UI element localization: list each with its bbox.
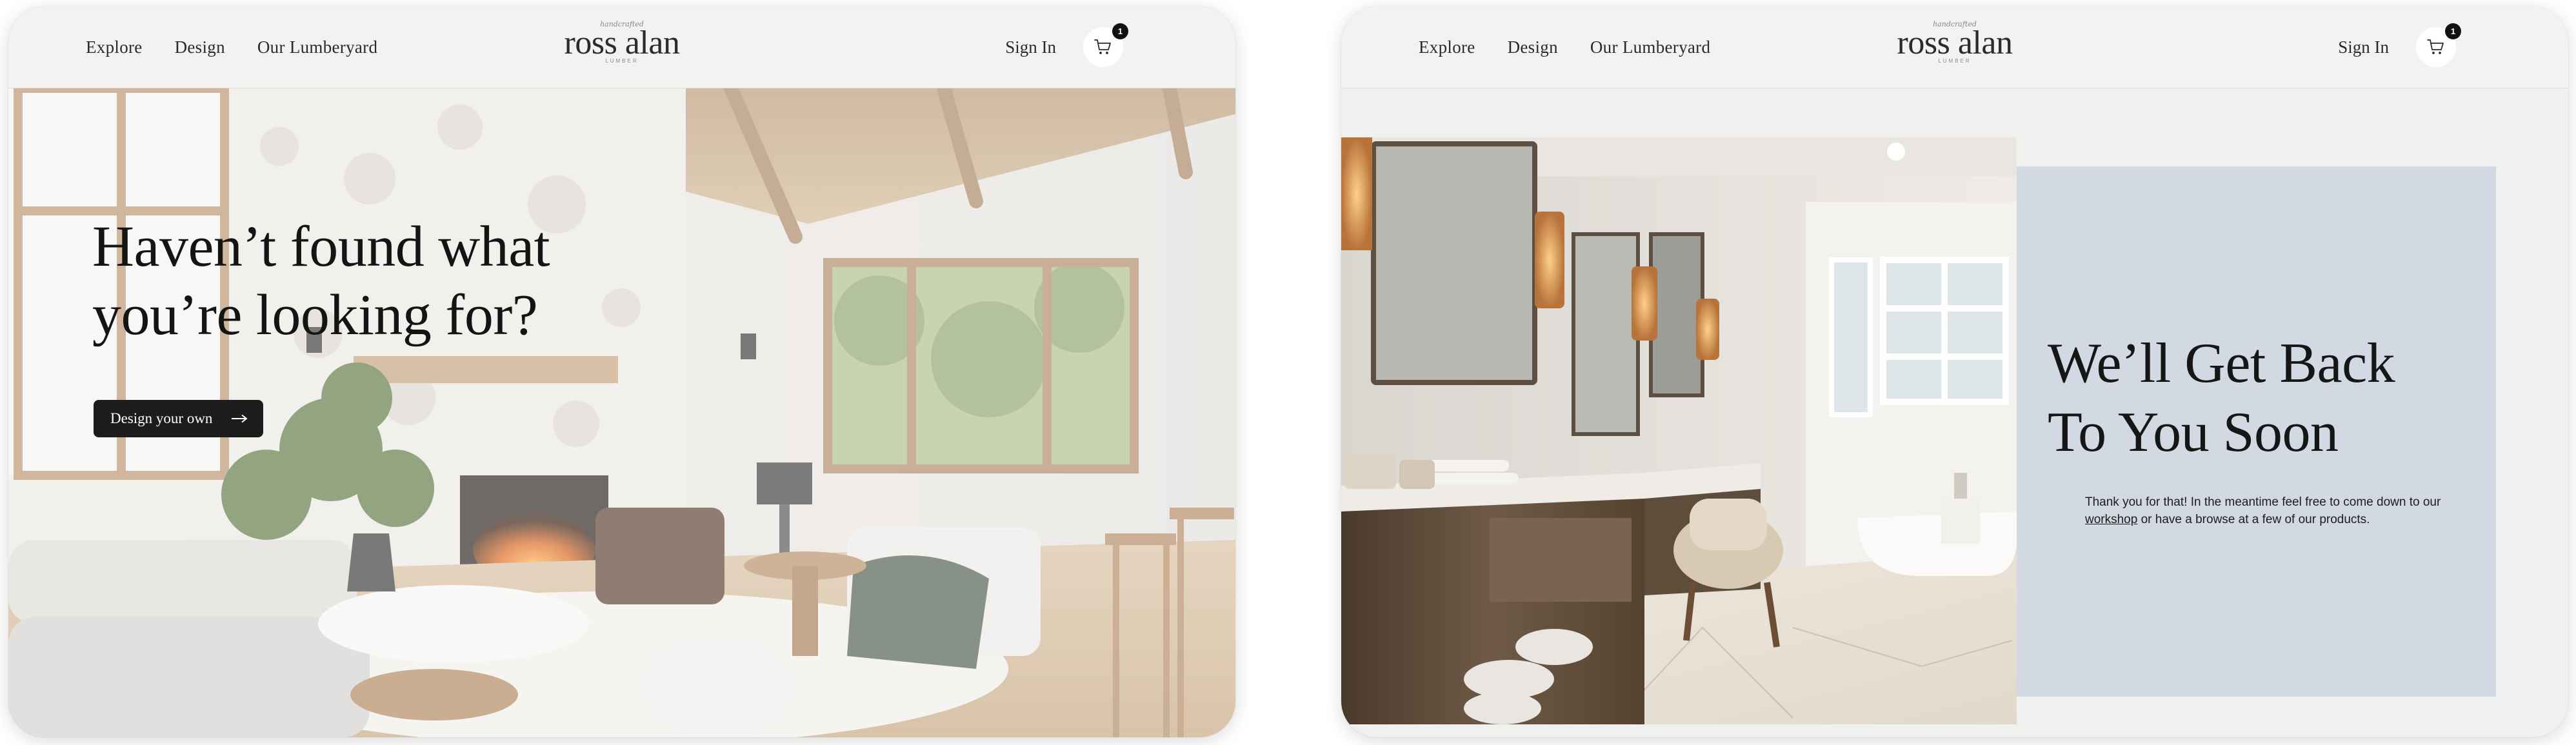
confirmation-message: Thank you for that! In the meantime feel… (2085, 493, 2446, 528)
confirmation-heading-line-1: We’ll Get Back (2048, 332, 2395, 395)
nav-link-explore[interactable]: Explore (86, 37, 143, 57)
confirmation-heading-line-2: To You Soon (2048, 401, 2339, 464)
confirmation-page-panel: Explore Design Our Lumberyard handcrafte… (1341, 6, 2568, 737)
nav-links: Explore Design Our Lumberyard (1419, 6, 1710, 88)
hero-heading-line-2: you’re looking for? (92, 283, 538, 347)
cart-count-badge: 1 (2445, 23, 2461, 39)
sign-in-link[interactable]: Sign In (2338, 6, 2389, 88)
arrow-right-icon (232, 414, 248, 423)
hero-heading-line-1: Haven’t found what (92, 215, 550, 279)
nav-link-explore[interactable]: Explore (1419, 37, 1475, 57)
logo-wordmark: ross alan (564, 25, 680, 61)
logo-wordmark: ross alan (1897, 25, 2013, 61)
design-your-own-label: Design your own (110, 410, 213, 426)
ross-alan-logo[interactable]: handcrafted ross alan LUMBER (564, 21, 680, 65)
top-navigation-bar: Explore Design Our Lumberyard handcrafte… (8, 6, 1235, 88)
cart-icon (2427, 39, 2444, 54)
nav-link-design[interactable]: Design (1508, 37, 1558, 57)
message-text-part-1: Thank you for that! In the meantime feel… (2085, 495, 2441, 509)
design-your-own-button[interactable]: Design your own (94, 400, 263, 437)
top-navigation-bar: Explore Design Our Lumberyard handcrafte… (1341, 6, 2568, 88)
nav-link-our-lumberyard[interactable]: Our Lumberyard (257, 37, 377, 57)
workshop-link[interactable]: workshop (2085, 513, 2137, 526)
bathroom-vanity-image (1341, 137, 2017, 724)
message-text-part-2: or have a browse at a few of our product… (2137, 513, 2370, 526)
cart-button[interactable]: 1 (2416, 23, 2461, 67)
confirmation-heading: We’ll Get Back To You Soon (2048, 329, 2467, 467)
nav-link-design[interactable]: Design (175, 37, 225, 57)
sign-in-link[interactable]: Sign In (1005, 6, 1056, 88)
cart-button[interactable]: 1 (1083, 23, 1128, 67)
nav-links: Explore Design Our Lumberyard (86, 6, 377, 88)
cart-count-badge: 1 (1112, 23, 1128, 39)
nav-link-our-lumberyard[interactable]: Our Lumberyard (1590, 37, 1710, 57)
cart-icon (1094, 39, 1111, 54)
hero-page-panel: Explore Design Our Lumberyard handcrafte… (8, 6, 1235, 737)
hero-heading: Haven’t found what you’re looking for? (92, 213, 673, 350)
ross-alan-logo[interactable]: handcrafted ross alan LUMBER (1897, 21, 2013, 65)
